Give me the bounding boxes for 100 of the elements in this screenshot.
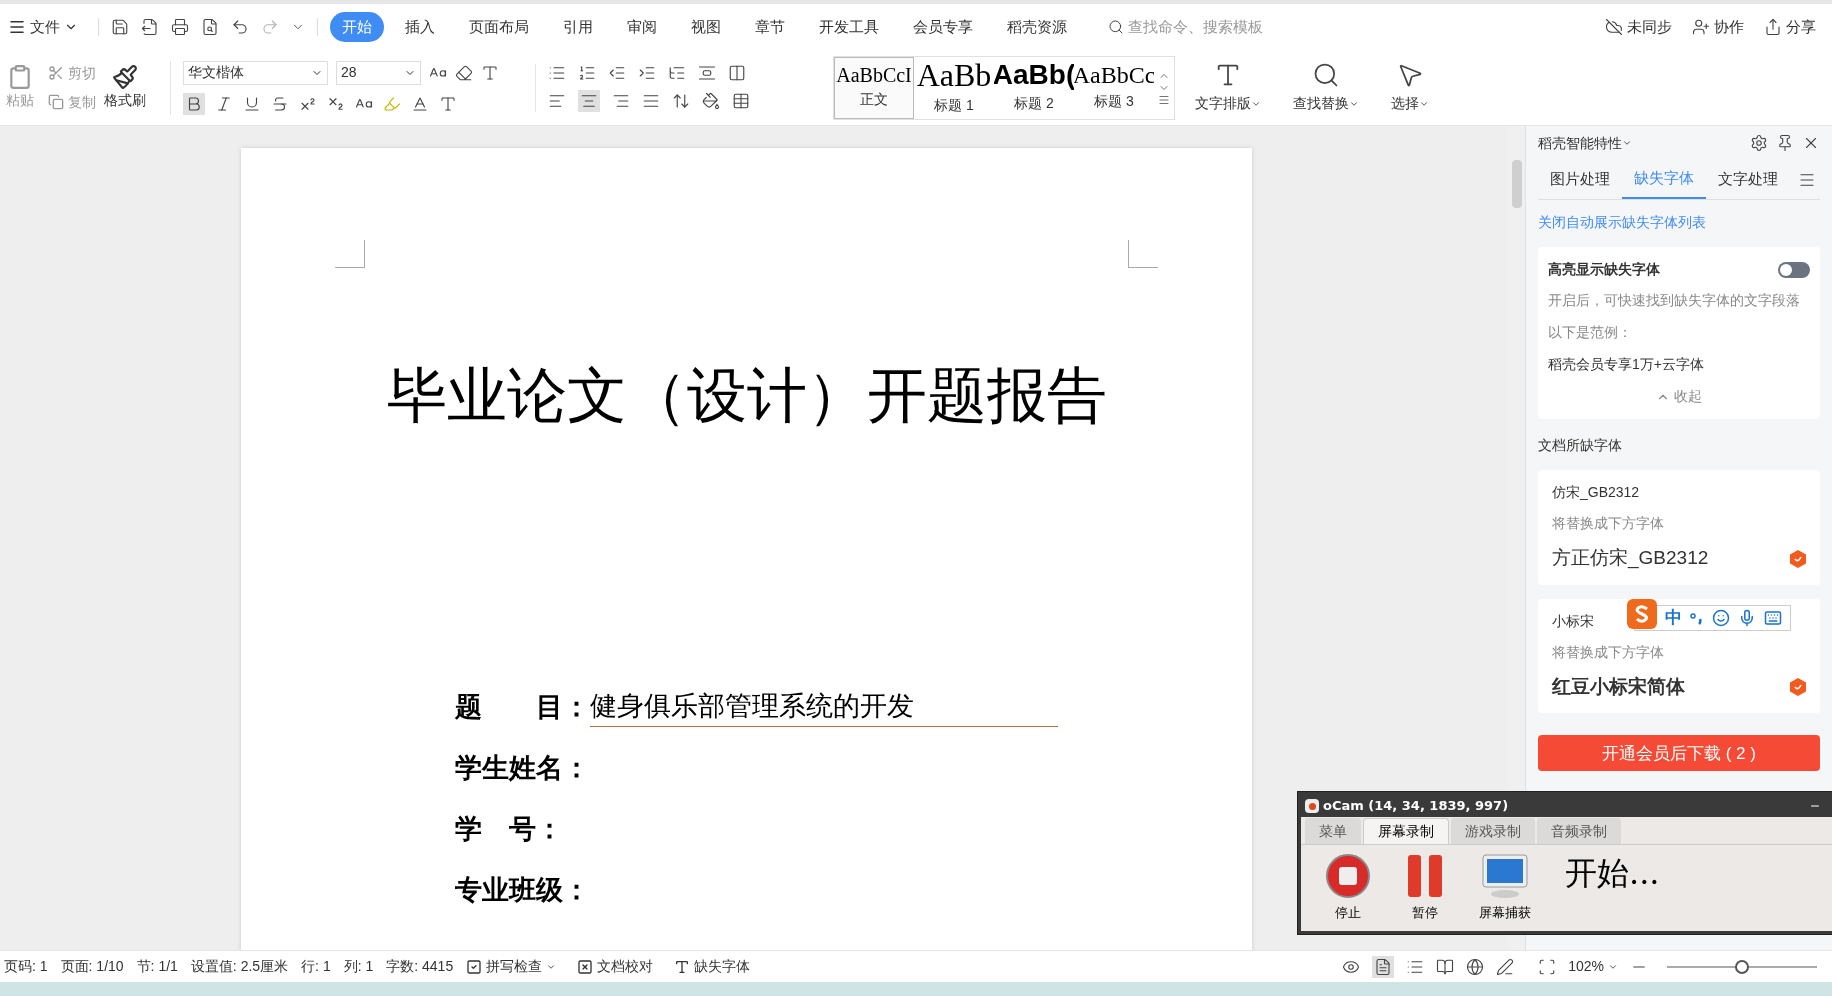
- command-search-field[interactable]: 查找命令、搜索模板: [1128, 15, 1318, 39]
- save-icon[interactable]: [111, 18, 129, 36]
- section-title: 文档所缺字体: [1538, 436, 1623, 456]
- search-icon[interactable]: [1108, 19, 1124, 35]
- scissors-icon: [48, 65, 64, 81]
- ribbon-tab[interactable]: 审阅: [614, 11, 670, 43]
- pin-icon[interactable]: [1776, 134, 1794, 152]
- print-icon[interactable]: [171, 18, 189, 36]
- replace-hint: 将替换成下方字体: [1552, 514, 1665, 534]
- fit-icon[interactable]: [1538, 957, 1557, 976]
- panel-title[interactable]: 稻壳智能特性: [1538, 132, 1632, 154]
- scrollbar-thumb[interactable]: [1511, 160, 1522, 208]
- stop-icon: [1325, 853, 1371, 900]
- font-name-field[interactable]: 华文楷体: [183, 60, 328, 85]
- zoom-slider-thumb[interactable]: [1735, 959, 1749, 974]
- ribbon-tab[interactable]: 引用: [550, 11, 606, 43]
- highlight-toggle[interactable]: [1778, 261, 1810, 278]
- spell-check-button[interactable]: 拼写检查: [466, 956, 557, 977]
- status-item: 字数: 4415: [386, 957, 454, 976]
- pinyin-icon[interactable]: [481, 63, 499, 82]
- ribbon-tab[interactable]: 视图: [678, 11, 734, 43]
- borders-icon[interactable]: [732, 91, 750, 110]
- ribbon-tool-button[interactable]: 选择: [1379, 61, 1441, 114]
- field-label: 学生姓名：: [455, 750, 590, 785]
- ribbon-tool-button[interactable]: 文字排版: [1183, 61, 1273, 114]
- pause-icon: [1405, 853, 1445, 900]
- ribbon-tab[interactable]: 插入: [392, 11, 448, 43]
- toolbar-action[interactable]: 未同步: [1605, 15, 1672, 39]
- pen-icon[interactable]: [1496, 957, 1515, 976]
- page-view-icon[interactable]: [1374, 957, 1393, 976]
- recorder-tab[interactable]: 菜单: [1305, 818, 1361, 844]
- member-badge-icon: [1790, 549, 1806, 568]
- toggle-label: 高亮显示缺失字体: [1548, 260, 1660, 279]
- recorder-tab[interactable]: 游戏录制: [1451, 818, 1535, 844]
- search-icon[interactable]: [1312, 61, 1340, 89]
- ribbon-tab[interactable]: 稻壳资源: [994, 11, 1080, 43]
- toolbar-action[interactable]: 分享: [1764, 15, 1816, 39]
- emoji-icon[interactable]: [1712, 608, 1730, 627]
- panel-tab[interactable]: 图片处理: [1538, 160, 1622, 199]
- line-spacing-icon[interactable]: [672, 91, 690, 110]
- ribbon-tab[interactable]: 章节: [742, 11, 798, 43]
- strikethrough-icon[interactable]: [271, 94, 289, 113]
- missing-font-button[interactable]: 缺失字体: [674, 956, 751, 977]
- style-preset[interactable]: AaBb 标题 1: [914, 56, 994, 119]
- member-badge-icon: [1790, 678, 1806, 696]
- italic-icon[interactable]: [215, 94, 233, 113]
- copy-icon: [48, 94, 64, 110]
- eraser-icon[interactable]: [455, 63, 473, 82]
- preview-icon[interactable]: [201, 18, 219, 36]
- underline-icon[interactable]: [243, 94, 261, 113]
- proofread-button[interactable]: 文档校对: [577, 956, 654, 977]
- font-size-field[interactable]: 28: [336, 60, 421, 85]
- user-plus-icon[interactable]: [1692, 18, 1710, 36]
- ribbon-tab[interactable]: 页面布局: [456, 11, 542, 43]
- panel-tab[interactable]: 文字处理: [1706, 160, 1790, 199]
- recorder-button[interactable]: 屏幕捕获: [1479, 853, 1531, 923]
- ribbon-tab[interactable]: 会员专享: [900, 11, 986, 43]
- status-item: 节: 1/1: [136, 957, 178, 976]
- cloud-icon[interactable]: [1605, 18, 1623, 36]
- punctuation-icon[interactable]: [1690, 610, 1704, 625]
- app-logo-icon: [1305, 799, 1319, 813]
- columns-icon[interactable]: [728, 63, 746, 82]
- field-label: 题 目：: [455, 689, 590, 724]
- ribbon-tool-button[interactable]: 查找替换: [1281, 61, 1371, 114]
- style-preset[interactable]: AaBbCcI 正文: [834, 56, 914, 119]
- character-border-icon[interactable]: [439, 94, 457, 113]
- field-label: 专业班级：: [455, 872, 590, 907]
- status-item: 列: 1: [343, 957, 374, 976]
- example-text: 稻壳会员专享1万+云字体: [1548, 355, 1705, 375]
- ribbon-tab[interactable]: 开发工具: [806, 11, 892, 43]
- recorder-tab[interactable]: 音频录制: [1537, 818, 1621, 844]
- recorder-button[interactable]: 停止: [1325, 853, 1371, 923]
- file-menu[interactable]: 文件: [8, 15, 78, 39]
- download-button[interactable]: 开通会员后下载 ( 2 ): [1538, 735, 1820, 772]
- proofread-icon: [577, 958, 594, 975]
- paintbrush-icon: [112, 64, 138, 90]
- margin-corner-mark: [1128, 240, 1158, 268]
- window-title: oCam (14, 34, 1839, 997): [1323, 797, 1509, 816]
- spacing-icon[interactable]: [698, 63, 716, 82]
- export-icon[interactable]: [141, 18, 159, 36]
- recorder-tab[interactable]: 屏幕录制: [1363, 818, 1449, 844]
- toolbar-action[interactable]: 协作: [1692, 15, 1744, 39]
- shading-icon[interactable]: [702, 91, 720, 110]
- numbered-list-icon[interactable]: [578, 63, 596, 82]
- recording-status: 开始...: [1565, 853, 1660, 894]
- zoom-level[interactable]: 102%: [1568, 956, 1618, 977]
- status-item: 设置值: 2.5厘米: [190, 957, 289, 976]
- collapse-button[interactable]: 收起: [1656, 386, 1702, 408]
- reading-view-icon[interactable]: [1436, 957, 1455, 976]
- missing-font-name: 仿宋_GB2312: [1552, 483, 1640, 503]
- settings-icon[interactable]: [1750, 134, 1768, 152]
- microphone-icon[interactable]: [1738, 608, 1756, 627]
- web-view-icon[interactable]: [1466, 957, 1485, 976]
- format-painter-button[interactable]: 格式刷: [104, 64, 146, 111]
- undo-icon[interactable]: [231, 18, 249, 36]
- ime-mode[interactable]: 中: [1665, 605, 1682, 631]
- keyboard-icon[interactable]: [1764, 608, 1782, 627]
- recorder-button[interactable]: 暂停: [1405, 853, 1445, 923]
- share-icon[interactable]: [1764, 18, 1782, 36]
- more-icon[interactable]: [1158, 93, 1170, 106]
